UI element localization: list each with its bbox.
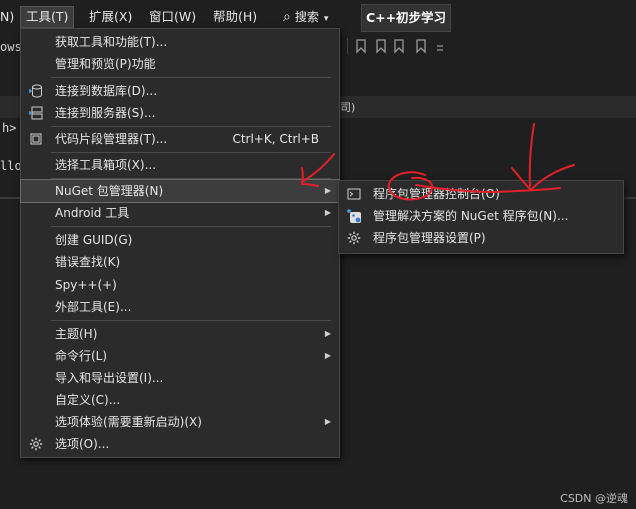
search-label: 搜索 xyxy=(294,10,319,24)
search-icon: ⌕ xyxy=(283,9,291,25)
database-icon xyxy=(29,84,42,98)
menu-item-label: 程序包管理器设置(P) xyxy=(373,231,486,245)
menu-item-label: 管理解决方案的 NuGet 程序包(N)... xyxy=(373,209,569,223)
menu-item-theme[interactable]: 主题(H) ▶ xyxy=(21,323,339,345)
code-line: h> xyxy=(2,121,17,135)
menu-item-label: 外部工具(E)... xyxy=(55,300,132,314)
menu-item-label: 连接到服务器(S)... xyxy=(55,106,156,120)
menu-item-error-lookup[interactable]: 错误查找(K) xyxy=(21,251,339,273)
menu-item-external-tools[interactable]: 外部工具(E)... xyxy=(21,296,339,318)
menu-item-label: 选项(O)... xyxy=(55,437,110,451)
menu-extensions[interactable]: 扩展(X) xyxy=(89,7,132,27)
menu-separator xyxy=(51,126,331,127)
menu-help[interactable]: 帮助(H) xyxy=(213,7,257,27)
server-icon xyxy=(29,106,43,120)
submenu-item-package-console[interactable]: 程序包管理器控制台(O) xyxy=(339,183,623,205)
menu-item-label: Android 工具 xyxy=(55,206,130,220)
menu-item-label: Spy++(+) xyxy=(55,278,117,292)
menu-separator xyxy=(51,320,331,321)
console-icon xyxy=(347,188,361,200)
menu-item-label: 获取工具和功能(T)... xyxy=(55,35,168,49)
menu-separator xyxy=(51,152,331,153)
gear-icon xyxy=(347,231,361,245)
menu-item-connect-database[interactable]: 连接到数据库(D)... xyxy=(21,80,339,102)
code-line: llo xyxy=(0,159,22,173)
menu-item-label: 代码片段管理器(T)... xyxy=(55,132,168,146)
snippet-icon xyxy=(30,133,42,145)
submenu-item-manage-solution-packages[interactable]: 管理解决方案的 NuGet 程序包(N)... xyxy=(339,205,623,227)
menu-window[interactable]: 窗口(W) xyxy=(149,7,196,27)
menu-separator xyxy=(51,178,331,179)
menu-item-label: 连接到数据库(D)... xyxy=(55,84,158,98)
menu-item-label: 错误查找(K) xyxy=(55,255,121,269)
menu-item-customize[interactable]: 自定义(C)... xyxy=(21,389,339,411)
submenu-arrow-icon: ▶ xyxy=(324,417,331,426)
menu-item-label: 自定义(C)... xyxy=(55,393,121,407)
menu-item-label: 主题(H) xyxy=(55,327,98,341)
menu-item-import-export[interactable]: 导入和导出设置(I)... xyxy=(21,367,339,389)
menu-item-label: 管理和预览(P)功能 xyxy=(55,57,156,71)
solution-name-button[interactable]: C++初步学习 xyxy=(361,4,451,32)
menu-item-connect-server[interactable]: 连接到服务器(S)... xyxy=(21,102,339,124)
watermark-label: CSDN @逆魂 xyxy=(560,492,628,505)
tools-dropdown-menu: 获取工具和功能(T)... 管理和预览(P)功能 连接到数据库(D)... 连接… xyxy=(20,28,340,458)
submenu-arrow-icon: ▶ xyxy=(324,186,331,195)
nuget-icon xyxy=(347,209,361,223)
menu-item-label: 选项体验(需要重新启动)(X) xyxy=(55,415,202,429)
submenu-item-package-settings[interactable]: 程序包管理器设置(P) xyxy=(339,227,623,249)
submenu-arrow-icon: ▶ xyxy=(324,351,331,360)
bookmark-icons[interactable] xyxy=(346,38,447,58)
bookmark-icon xyxy=(346,38,443,54)
menu-tools[interactable]: 工具(T) xyxy=(20,6,75,28)
menu-item-label: 创建 GUID(G) xyxy=(55,233,133,247)
menu-item-nuget[interactable]: NuGet 包管理器(N) ▶ xyxy=(20,179,340,203)
menu-item-preview-features[interactable]: 选项体验(需要重新启动)(X) ▶ xyxy=(21,411,339,433)
menu-item-options[interactable]: 选项(O)... xyxy=(21,433,339,455)
menu-item-create-guid[interactable]: 创建 GUID(G) xyxy=(21,229,339,251)
menu-item-command-line[interactable]: 命令行(L) ▶ xyxy=(21,345,339,367)
chevron-down-icon: ▾ xyxy=(323,14,329,24)
toolbar-fragment: ows xyxy=(0,40,22,54)
menu-separator xyxy=(51,77,331,78)
nuget-submenu: 程序包管理器控制台(O) 管理解决方案的 NuGet 程序包(N)... 程序包… xyxy=(338,180,624,254)
menu-item-label: 命令行(L) xyxy=(55,349,108,363)
menu-item-get-tools[interactable]: 获取工具和功能(T)... xyxy=(21,31,339,53)
menu-item-label: 程序包管理器控制台(O) xyxy=(373,187,500,201)
menu-item-label: 导入和导出设置(I)... xyxy=(55,371,164,385)
menu-item-android[interactable]: Android 工具 ▶ xyxy=(21,202,339,224)
menu-item-spy[interactable]: Spy++(+) xyxy=(21,274,339,296)
menu-item-choose-toolbox[interactable]: 选择工具箱项(X)... xyxy=(21,154,339,176)
menu-separator xyxy=(51,226,331,227)
search-box[interactable]: ⌕ 搜索 ▾ xyxy=(283,7,328,27)
menu-item-label: NuGet 包管理器(N) xyxy=(55,184,164,198)
shortcut-label: Ctrl+K, Ctrl+B xyxy=(232,132,319,146)
tab-fragment: 司) xyxy=(340,101,356,114)
menu-item-snippet-manager[interactable]: 代码片段管理器(T)... Ctrl+K, Ctrl+B xyxy=(21,128,339,150)
submenu-arrow-icon: ▶ xyxy=(324,208,331,217)
menu-item-manage-preview[interactable]: 管理和预览(P)功能 xyxy=(21,53,339,75)
gear-icon xyxy=(29,437,43,451)
menu-fragment[interactable]: N) xyxy=(0,7,14,27)
annotation-arrow-stroke xyxy=(528,123,535,187)
submenu-arrow-icon: ▶ xyxy=(324,329,331,338)
menu-item-label: 选择工具箱项(X)... xyxy=(55,158,157,172)
